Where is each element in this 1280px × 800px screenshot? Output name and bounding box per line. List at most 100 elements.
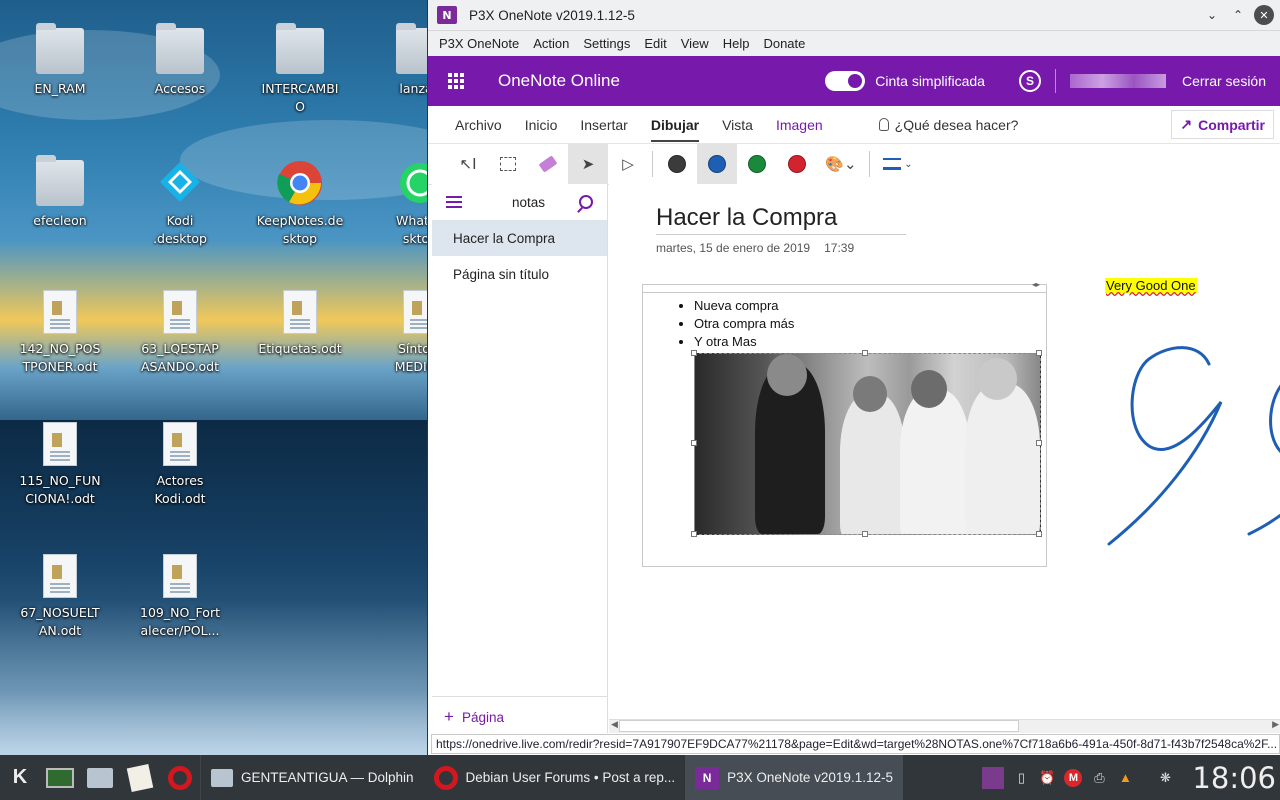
scroll-left-icon[interactable]: ◀ — [611, 720, 618, 730]
resize-handle[interactable] — [862, 350, 868, 356]
file-manager-icon[interactable] — [80, 755, 120, 800]
eraser-icon[interactable] — [528, 144, 568, 184]
page-item-sin-titulo[interactable]: Página sin título — [432, 256, 607, 292]
resize-handle[interactable] — [1036, 531, 1042, 537]
lasso-icon[interactable] — [488, 144, 528, 184]
search-icon[interactable] — [579, 195, 593, 209]
add-page-button[interactable]: + Página — [444, 707, 504, 727]
color-swatch — [748, 155, 766, 173]
notification-arrow-icon[interactable]: ▲ — [1116, 769, 1134, 787]
network-icon[interactable]: ❋ — [1156, 769, 1174, 787]
pen-icon[interactable]: ▷ — [608, 144, 648, 184]
resize-handle[interactable] — [1036, 440, 1042, 446]
notes-icon[interactable] — [120, 755, 160, 800]
task-label: Debian User Forums • Post a rep... — [465, 770, 676, 785]
app-launcher-button[interactable] — [428, 73, 484, 89]
menu-donate[interactable]: Donate — [763, 36, 805, 51]
brand-title[interactable]: OneNote Online — [498, 71, 620, 91]
desktop-icon-109[interactable]: 109_NO_Fortalecer/POL... — [130, 554, 230, 640]
desktop-icon-kodi[interactable]: Kodi .desktop — [130, 160, 230, 248]
resize-handle[interactable] — [862, 531, 868, 537]
resize-handle[interactable] — [691, 350, 697, 356]
palette-icon[interactable]: 🎨⌄ — [817, 144, 865, 184]
page-item-hacer-la-compra[interactable]: Hacer la Compra — [432, 220, 607, 256]
desktop-icon-63[interactable]: 63_LQESTAPASANDO.odt — [130, 290, 230, 376]
tab-insertar[interactable]: Insertar — [580, 117, 627, 133]
page-time: 17:39 — [824, 241, 855, 255]
kde-launcher-icon[interactable]: K — [0, 755, 40, 800]
tab-archivo[interactable]: Archivo — [455, 117, 502, 133]
resize-handle[interactable] — [691, 440, 697, 446]
system-monitor-icon[interactable] — [40, 755, 80, 800]
highlighted-note[interactable]: Very Good One — [1105, 278, 1197, 293]
alarm-clock-icon[interactable]: ⏰ — [1038, 769, 1056, 787]
close-button[interactable]: ✕ — [1254, 5, 1274, 25]
notebook-name[interactable]: notas — [512, 195, 545, 210]
horizontal-scrollbar[interactable]: ◀ ▶ — [609, 719, 1280, 733]
menu-edit[interactable]: Edit — [644, 36, 666, 51]
mega-icon[interactable]: M — [1064, 768, 1083, 787]
page-canvas[interactable]: Hacer la Compra martes, 15 de enero de 2… — [609, 184, 1280, 733]
bullet-list[interactable]: Nueva compra Otra compra más Y otra Mas — [694, 297, 1046, 351]
pen-color-green[interactable] — [737, 144, 777, 184]
pen-color-red[interactable] — [777, 144, 817, 184]
maximize-button[interactable]: ⌃ — [1228, 5, 1248, 25]
share-button[interactable]: ↗ Compartir — [1171, 110, 1274, 139]
printer-icon[interactable]: ⎙ — [1090, 769, 1108, 787]
list-item[interactable]: Nueva compra — [694, 297, 1046, 315]
tab-inicio[interactable]: Inicio — [525, 117, 558, 133]
task-opera[interactable]: Debian User Forums • Post a rep... — [424, 755, 686, 800]
scrollbar-thumb[interactable] — [619, 720, 1019, 732]
container-drag-handle[interactable] — [643, 280, 1046, 293]
link-status-url: https://onedrive.live.com/redir?resid=7A… — [431, 734, 1280, 754]
ink-drawing[interactable] — [1099, 334, 1280, 554]
resize-handle[interactable] — [1036, 350, 1042, 356]
desktop-icon-115[interactable]: 115_NO_FUNCIONA!.odt — [10, 422, 110, 508]
page-title[interactable]: Hacer la Compra — [656, 204, 906, 235]
desktop-icon-etiquetas[interactable]: Etiquetas.odt — [250, 290, 350, 358]
desktop-icon-actores[interactable]: Actores Kodi.odt — [130, 422, 230, 508]
desktop-icon-en-ram[interactable]: EN_RAM — [10, 23, 110, 98]
tell-me-search[interactable]: ¿Qué desea hacer? — [878, 117, 1018, 133]
note-container[interactable]: Nueva compra Otra compra más Y otra Mas — [642, 280, 1047, 567]
account-name-blurred[interactable] — [1069, 74, 1166, 88]
clock[interactable]: 18:06 — [1192, 761, 1276, 795]
plus-icon: + — [444, 707, 454, 726]
menu-help[interactable]: Help — [723, 36, 750, 51]
menu-p3x-onenote[interactable]: P3X OneNote — [439, 36, 519, 51]
type-select-icon[interactable]: ↖I — [448, 144, 488, 184]
page-navigation-pane: notas Hacer la Compra Página sin título … — [432, 184, 608, 733]
tab-dibujar[interactable]: Dibujar — [650, 117, 700, 142]
list-item[interactable]: Otra compra más — [694, 315, 1046, 333]
menu-view[interactable]: View — [681, 36, 709, 51]
desktop-icon-efecleon[interactable]: efecleon — [10, 155, 110, 230]
desktop-icon-142[interactable]: 142_NO_POSTPONER.odt — [10, 290, 110, 376]
battery-icon[interactable]: ▯ — [1012, 769, 1030, 787]
hamburger-menu-icon[interactable] — [446, 196, 462, 208]
task-dolphin[interactable]: GENTEANTIGUA — Dolphin — [200, 755, 424, 800]
opera-launcher-icon[interactable] — [160, 755, 200, 800]
desktop-icon-keepnotes[interactable]: KeepNotes.desktop — [250, 160, 350, 248]
sign-out-link[interactable]: Cerrar sesión — [1182, 73, 1266, 89]
skype-icon[interactable]: S — [1018, 70, 1041, 92]
embedded-photo[interactable] — [694, 353, 1041, 535]
menu-action[interactable]: Action — [533, 36, 569, 51]
pen-select-icon[interactable]: ➤ — [568, 144, 608, 184]
desktop-icon-intercambio[interactable]: INTERCAMBIO — [250, 23, 350, 116]
list-item[interactable]: Y otra Mas — [694, 333, 1046, 351]
onenote-tray-icon[interactable] — [982, 766, 1005, 789]
pen-color-blue[interactable] — [697, 144, 737, 184]
line-thickness-icon[interactable]: ⌄ — [874, 144, 922, 184]
desktop-icon-67[interactable]: 67_NOSUELTAN.odt — [10, 554, 110, 640]
tab-vista[interactable]: Vista — [722, 117, 753, 133]
resize-handle[interactable] — [691, 531, 697, 537]
minimize-button[interactable]: ⌄ — [1202, 5, 1222, 25]
task-onenote[interactable]: N P3X OneNote v2019.1.12-5 — [685, 755, 903, 800]
desktop-icon-accesos[interactable]: Accesos — [130, 23, 230, 98]
window-titlebar[interactable]: N P3X OneNote v2019.1.12-5 ⌄ ⌃ ✕ — [428, 0, 1280, 31]
pen-color-black[interactable] — [657, 144, 697, 184]
simplified-ribbon-toggle[interactable] — [825, 71, 866, 91]
tab-imagen[interactable]: Imagen — [776, 117, 823, 133]
menu-settings[interactable]: Settings — [583, 36, 630, 51]
scroll-right-icon[interactable]: ▶ — [1272, 720, 1279, 730]
